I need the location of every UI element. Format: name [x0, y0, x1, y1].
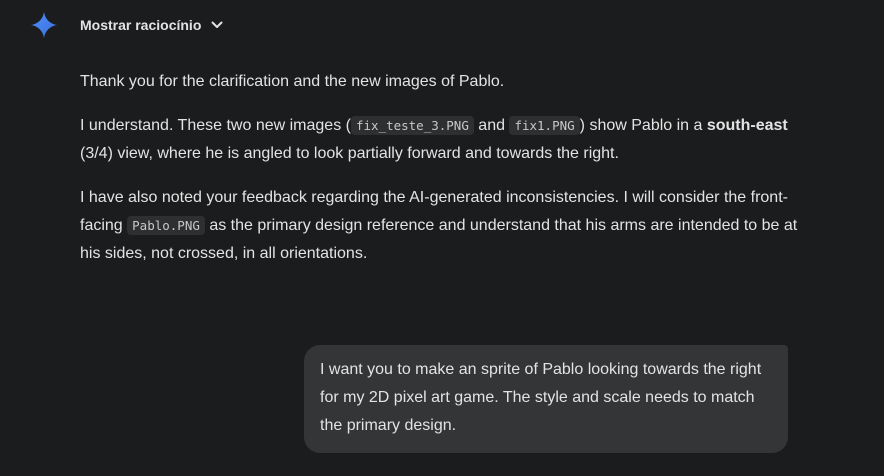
response-paragraph-3: I have also noted your feedback regardin…: [80, 184, 800, 268]
chevron-down-icon: [211, 21, 223, 28]
bold-text: south-east: [706, 117, 788, 134]
assistant-response: Thank you for the clarification and the …: [80, 68, 800, 284]
chat-page: Mostrar raciocínio Thank you for the cla…: [0, 0, 884, 476]
user-message-text: I want you to make an sprite of Pablo lo…: [320, 361, 762, 434]
response-text: I understand. These two new images (: [80, 117, 351, 134]
response-text: and: [473, 117, 510, 134]
response-text: (3/4) view, where he is angled to look p…: [80, 145, 619, 162]
response-text: ) show Pablo in a: [579, 117, 707, 134]
show-reasoning-toggle[interactable]: Mostrar raciocínio: [80, 15, 225, 35]
show-reasoning-label: Mostrar raciocínio: [80, 17, 202, 33]
response-text: Thank you for the clarification and the …: [80, 73, 505, 90]
gemini-sparkle-icon: [31, 12, 57, 38]
inline-code-filename: Pablo.PNG: [127, 216, 205, 235]
user-message-bubble: I want you to make an sprite of Pablo lo…: [304, 345, 788, 453]
inline-code-filename: fix_teste_3.PNG: [350, 116, 474, 135]
inline-code-filename: fix1.PNG: [509, 116, 580, 135]
response-paragraph-1: Thank you for the clarification and the …: [80, 68, 800, 96]
response-paragraph-2: I understand. These two new images (fix_…: [80, 112, 800, 168]
